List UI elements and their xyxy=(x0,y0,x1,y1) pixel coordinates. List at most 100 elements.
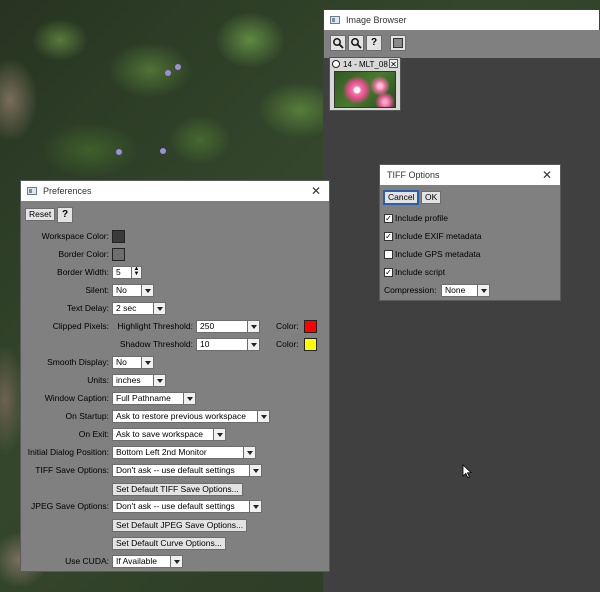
stepper-arrows-icon[interactable]: ▲ ▼ xyxy=(131,267,141,278)
chevron-down-icon xyxy=(141,357,153,368)
text-delay-value: 2 sec xyxy=(116,303,137,313)
include-script-checkbox[interactable]: ✓ xyxy=(384,268,393,277)
thumbnail-close-button[interactable]: ✕ xyxy=(389,59,398,69)
chevron-down-icon xyxy=(247,321,259,332)
help-icon: ? xyxy=(61,209,69,220)
window-caption-label: Window Caption: xyxy=(44,393,109,403)
border-width-value: 5 xyxy=(116,267,121,277)
chevron-down-icon xyxy=(153,303,165,314)
silent-select[interactable]: No xyxy=(112,284,154,297)
compression-label: Compression: xyxy=(384,285,437,295)
chevron-down-icon xyxy=(243,447,255,458)
compression-value: None xyxy=(445,285,466,295)
chevron-down-icon xyxy=(247,339,259,350)
shadow-color-swatch[interactable] xyxy=(304,338,317,351)
workspace-color-swatch[interactable] xyxy=(112,230,125,243)
thumbnail-item[interactable]: 14 - MLT_08 ✕ xyxy=(329,57,401,111)
help-icon: ? xyxy=(370,37,378,48)
initial-dialog-position-select[interactable]: Bottom Left 2nd Monitor xyxy=(112,446,256,459)
initial-dialog-position-value: Bottom Left 2nd Monitor xyxy=(116,447,207,457)
on-exit-value: Ask to save workspace xyxy=(116,429,203,439)
close-icon: ✕ xyxy=(390,60,397,69)
preferences-window: Preferences ✕ Reset ? Workspace Color: B… xyxy=(20,180,330,572)
include-exif-label: Include EXIF metadata xyxy=(395,231,482,241)
chevron-down-icon xyxy=(477,285,489,296)
border-color-label: Border Color: xyxy=(58,249,109,259)
image-browser-titlebar[interactable]: Image Browser xyxy=(324,10,599,30)
image-browser-toolbar: ? xyxy=(324,30,600,58)
jpeg-save-options-select[interactable]: Don't ask -- use default settings xyxy=(112,500,262,513)
smooth-display-value: No xyxy=(116,357,127,367)
units-value: inches xyxy=(116,375,141,385)
highlight-threshold-label: Highlight Threshold: xyxy=(117,321,193,331)
chevron-down-icon xyxy=(153,375,165,386)
reset-button[interactable]: Reset xyxy=(25,208,56,221)
zoom-out-button[interactable] xyxy=(348,35,364,51)
border-width-label: Border Width: xyxy=(57,267,109,277)
tiff-save-options-select[interactable]: Don't ask -- use default settings xyxy=(112,464,262,477)
highlight-threshold-value: 250 xyxy=(200,321,215,331)
on-exit-label: On Exit: xyxy=(78,429,109,439)
background-color-button[interactable] xyxy=(390,35,406,51)
tiff-options-title: TIFF Options xyxy=(387,170,440,180)
highlight-color-label: Color: xyxy=(276,321,299,331)
include-exif-checkbox[interactable]: ✓ xyxy=(384,232,393,241)
chevron-down-icon xyxy=(141,285,153,296)
tiff-save-options-label: TIFF Save Options: xyxy=(35,465,109,475)
help-button[interactable]: ? xyxy=(366,35,382,51)
tiff-options-titlebar[interactable]: TIFF Options ✕ xyxy=(380,165,560,185)
tiff-options-dialog: TIFF Options ✕ Cancel OK ✓ Include profi… xyxy=(379,164,561,301)
on-exit-select[interactable]: Ask to save workspace xyxy=(112,428,226,441)
close-icon: ✕ xyxy=(541,168,553,182)
include-gps-checkbox[interactable] xyxy=(384,250,393,259)
border-width-stepper[interactable]: 5 ▲ ▼ xyxy=(112,266,142,279)
set-default-curve-button[interactable]: Set Default Curve Options... xyxy=(112,537,226,550)
thumbnail-radio[interactable] xyxy=(332,60,340,68)
tiff-options-close-button[interactable]: ✕ xyxy=(540,168,554,182)
shadow-threshold-value: 10 xyxy=(200,339,210,349)
close-icon: ✕ xyxy=(310,184,322,198)
text-delay-select[interactable]: 2 sec xyxy=(112,302,166,315)
include-profile-checkbox[interactable]: ✓ xyxy=(384,214,393,223)
set-default-jpeg-button[interactable]: Set Default JPEG Save Options... xyxy=(112,519,248,532)
preferences-titlebar[interactable]: Preferences ✕ xyxy=(21,181,329,201)
thumbnail-label: 14 - MLT_08 xyxy=(343,60,388,69)
cancel-button[interactable]: Cancel xyxy=(382,190,420,205)
on-startup-label: On Startup: xyxy=(65,411,109,421)
compression-select[interactable]: None xyxy=(441,284,490,297)
jpeg-save-options-value: Don't ask -- use default settings xyxy=(116,501,235,511)
shadow-color-label: Color: xyxy=(276,339,299,349)
on-startup-select[interactable]: Ask to restore previous workspace xyxy=(112,410,270,423)
text-delay-label: Text Delay: xyxy=(66,303,109,313)
jpeg-save-options-label: JPEG Save Options: xyxy=(31,501,109,511)
use-cuda-select[interactable]: If Available xyxy=(112,555,183,568)
color-swatch-icon xyxy=(393,38,403,48)
preferences-close-button[interactable]: ✕ xyxy=(309,184,323,198)
border-color-swatch[interactable] xyxy=(112,248,125,261)
chevron-down-icon xyxy=(249,501,261,512)
units-select[interactable]: inches xyxy=(112,374,166,387)
window-caption-select[interactable]: Full Pathname xyxy=(112,392,196,405)
zoom-out-icon xyxy=(351,38,362,49)
on-startup-value: Ask to restore previous workspace xyxy=(116,411,246,421)
include-gps-label: Include GPS metadata xyxy=(395,249,481,259)
use-cuda-value: If Available xyxy=(116,556,157,566)
ok-button[interactable]: OK xyxy=(421,191,442,204)
mouse-cursor-icon xyxy=(462,464,472,479)
set-default-tiff-button[interactable]: Set Default TIFF Save Options... xyxy=(112,483,243,496)
include-script-label: Include script xyxy=(395,267,446,277)
preferences-title: Preferences xyxy=(43,186,92,196)
chevron-down-icon xyxy=(170,556,182,567)
highlight-threshold-select[interactable]: 250 xyxy=(196,320,260,333)
window-caption-value: Full Pathname xyxy=(116,393,171,403)
highlight-color-swatch[interactable] xyxy=(304,320,317,333)
image-browser-title: Image Browser xyxy=(346,15,407,25)
chevron-down-icon xyxy=(257,411,269,422)
zoom-in-button[interactable] xyxy=(330,35,346,51)
thumbnail-image xyxy=(334,71,396,108)
shadow-threshold-select[interactable]: 10 xyxy=(196,338,260,351)
include-profile-label: Include profile xyxy=(395,213,448,223)
help-button[interactable]: ? xyxy=(57,207,73,223)
smooth-display-select[interactable]: No xyxy=(112,356,154,369)
chevron-down-icon xyxy=(213,429,225,440)
